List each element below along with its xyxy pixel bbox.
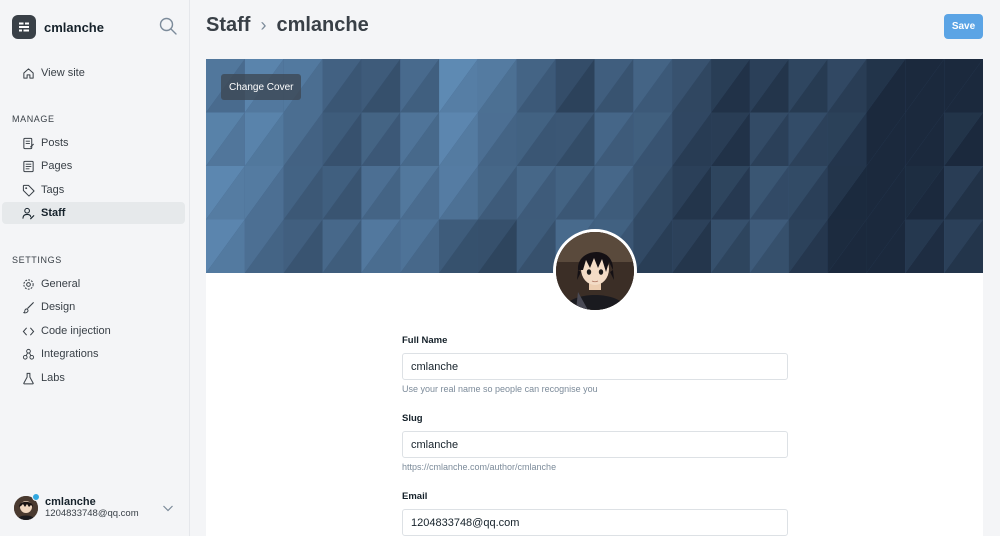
slug-field: Slug cmlanche https://cmlanche.com/autho… [402,413,788,474]
page-title: cmlanche [276,14,369,36]
manage-heading: MANAGE [12,114,55,124]
slug-hint: https://cmlanche.com/author/cmlanche [402,462,557,472]
email-input[interactable]: 1204833748@qq.com [402,509,788,536]
code-icon [22,326,35,336]
sidebar-item-label: Posts [41,137,69,149]
breadcrumb-staff-link[interactable]: Staff [206,14,250,37]
sidebar-item-label: Code injection [41,325,111,337]
pages-icon [23,160,34,172]
site-brand[interactable]: cmlanche [12,14,104,40]
sidebar-item-view-site[interactable]: View site [2,62,185,84]
email-label: Email [402,491,428,502]
slug-input[interactable]: cmlanche [402,431,788,458]
profile-avatar[interactable] [553,229,637,313]
home-icon [23,67,34,79]
posts-icon [23,137,35,149]
user-menu[interactable]: cmlanche 1204833748@qq.com [14,493,182,522]
sidebar-item-label: Labs [41,372,65,384]
sidebar-item-integrations[interactable]: Integrations [2,343,185,365]
integrations-icon [22,348,35,360]
user-email: 1204833748@qq.com [45,508,139,519]
search-icon[interactable] [158,16,178,36]
breadcrumb-separator-icon: › [260,15,267,35]
sidebar-item-tags[interactable]: Tags [2,179,185,201]
sidebar-item-label: Staff [41,207,66,219]
sidebar-item-label: Tags [41,184,65,196]
sidebar-item-label: Integrations [41,348,99,360]
profile-card: Change Cover Full Name cmlanche Use your… [206,59,983,536]
full-name-field: Full Name cmlanche Use your real name so… [402,335,788,396]
full-name-hint: Use your real name so people can recogni… [402,384,598,394]
sidebar-item-code-injection[interactable]: Code injection [2,320,185,342]
full-name-label: Full Name [402,335,448,346]
save-button[interactable]: Save [944,14,983,39]
sidebar-item-general[interactable]: General [2,273,185,295]
email-field: Email 1204833748@qq.com [402,491,788,536]
profile-form: Full Name cmlanche Use your real name so… [402,335,788,536]
settings-heading: SETTINGS [12,255,62,265]
sidebar-item-pages[interactable]: Pages [2,155,185,177]
tag-icon [22,184,35,197]
sidebar-item-label: Pages [41,160,73,172]
sidebar-item-label: Design [41,301,76,313]
full-name-input[interactable]: cmlanche [402,353,788,380]
ghost-logo-icon [12,15,36,39]
sidebar-item-label: View site [41,67,85,79]
notification-dot [32,493,40,501]
sidebar-item-label: General [41,278,81,290]
staff-icon [22,207,35,219]
sidebar-item-posts[interactable]: Posts [2,132,185,154]
sidebar-item-design[interactable]: Design [2,296,185,318]
sidebar-item-staff[interactable]: Staff [2,202,185,224]
sidebar-item-labs[interactable]: Labs [2,367,185,389]
chevron-down-icon [163,505,173,512]
sidebar: cmlanche View site MANAGE Posts Pages Ta… [0,0,190,536]
gear-icon [23,278,34,290]
site-name: cmlanche [44,19,104,35]
slug-label: Slug [402,413,423,424]
brush-icon [23,301,35,313]
flask-icon [23,372,34,384]
breadcrumb: Staff › cmlanche [206,14,369,37]
change-cover-button[interactable]: Change Cover [221,74,302,100]
user-name: cmlanche [45,496,96,508]
